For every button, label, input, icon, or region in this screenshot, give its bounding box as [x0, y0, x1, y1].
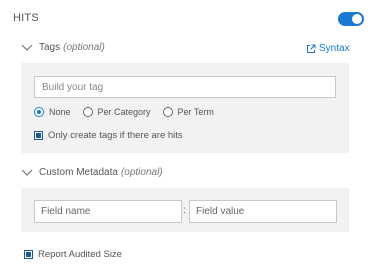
metadata-panel: :	[21, 188, 349, 232]
report-audited-size-label: Report Audited Size	[38, 249, 122, 260]
only-hits-checkbox[interactable]	[34, 131, 43, 140]
radio-none-circle	[34, 107, 44, 117]
syntax-link-label: Syntax	[319, 43, 350, 54]
tags-label: Tags	[39, 42, 61, 53]
metadata-section-header[interactable]: Custom Metadata (optional)	[21, 167, 163, 178]
hits-title: HITS	[13, 12, 39, 24]
syntax-link[interactable]: Syntax	[306, 43, 350, 54]
metadata-optional-label: (optional)	[120, 167, 163, 178]
radio-per-category-circle	[82, 107, 93, 117]
radio-per-category[interactable]: Per Category	[82, 107, 151, 117]
external-link-icon	[307, 44, 316, 53]
field-value-input[interactable]	[189, 200, 337, 223]
radio-per-term[interactable]: Per Term	[162, 107, 214, 117]
tags-section-header[interactable]: Tags (optional)	[21, 42, 105, 53]
metadata-label: Custom Metadata	[39, 167, 118, 178]
report-audited-size-checkbox[interactable]	[24, 250, 33, 259]
radio-none[interactable]: None	[34, 107, 71, 117]
tags-panel: None Per Category Per Term Only create t…	[21, 63, 349, 153]
report-audited-size-row[interactable]: Report Audited Size	[24, 249, 122, 260]
chevron-down-icon	[21, 44, 33, 51]
chevron-down-icon	[21, 169, 33, 176]
only-hits-label: Only create tags if there are hits	[48, 130, 183, 141]
only-hits-checkbox-row[interactable]: Only create tags if there are hits	[34, 130, 183, 141]
tag-mode-radio-group: None Per Category Per Term	[34, 107, 226, 117]
field-name-input[interactable]	[34, 200, 182, 223]
hits-toggle[interactable]	[338, 12, 364, 26]
radio-per-category-label: Per Category	[97, 107, 151, 117]
radio-per-term-circle	[162, 107, 173, 117]
build-tag-input[interactable]	[34, 76, 336, 98]
radio-none-label: None	[49, 107, 71, 117]
radio-per-term-label: Per Term	[177, 107, 214, 117]
toggle-knob	[352, 14, 362, 24]
tags-optional-label: (optional)	[63, 42, 105, 53]
field-separator: :	[183, 205, 186, 216]
